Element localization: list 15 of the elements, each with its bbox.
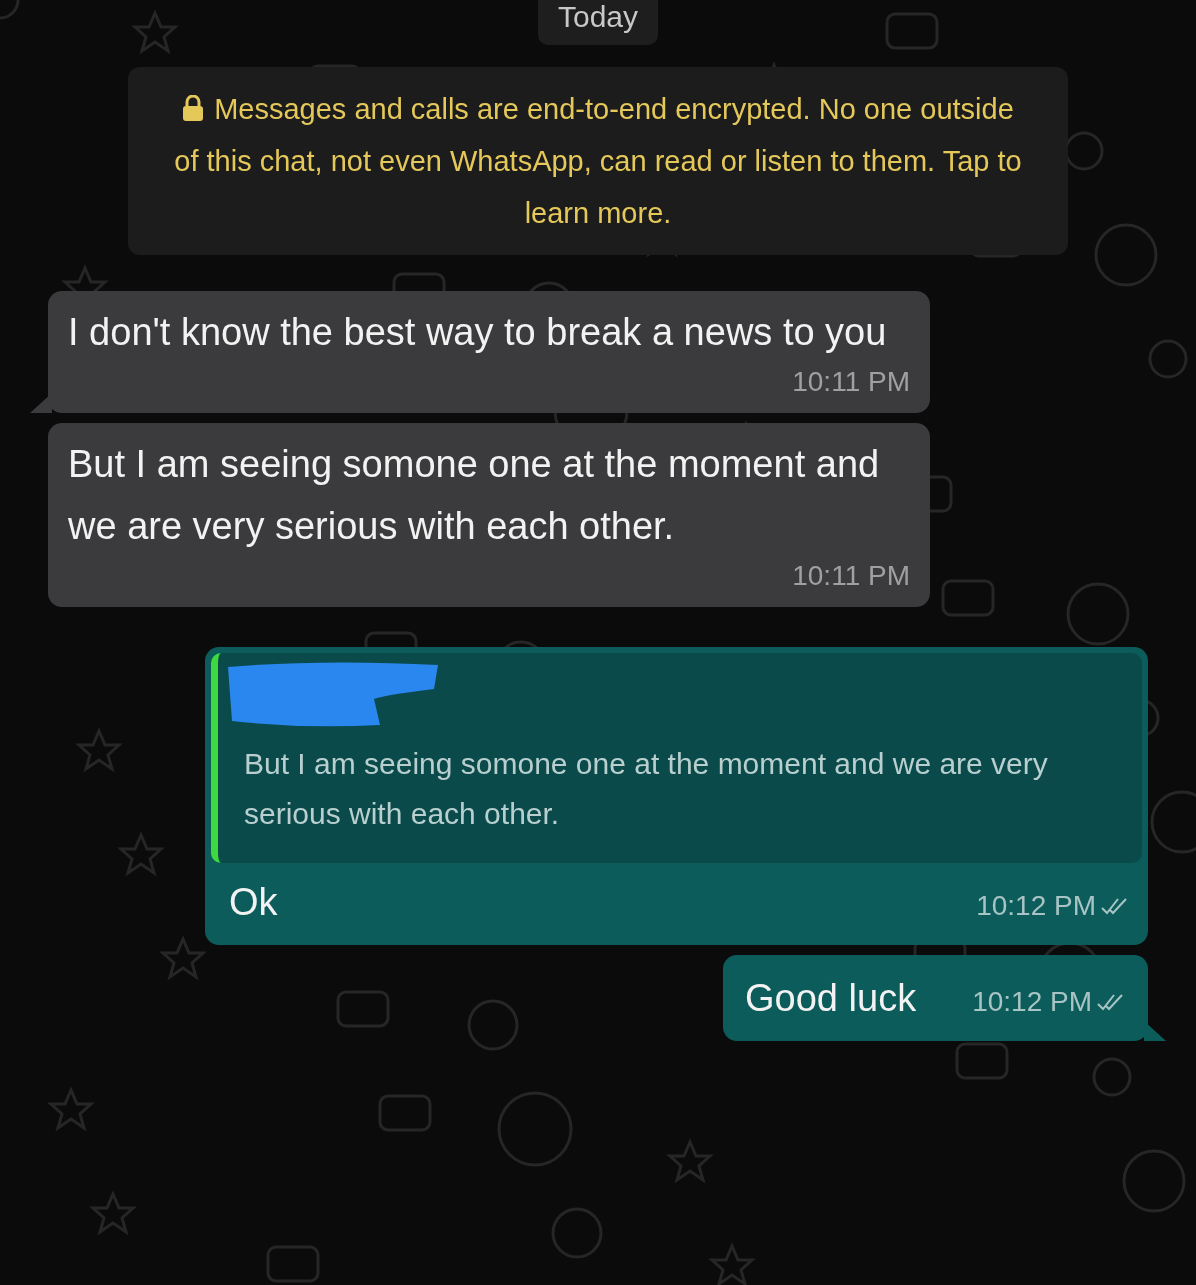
message-time: 10:12 PM bbox=[972, 985, 1092, 1019]
date-chip: Today bbox=[537, 0, 659, 45]
double-check-icon bbox=[1100, 896, 1130, 916]
double-check-icon bbox=[1096, 992, 1126, 1012]
message-text: I don't know the best way to break a news to you bbox=[68, 310, 888, 355]
quoted-text: But I am seeing somone one at the moment and we are very serious with each other. bbox=[244, 746, 1049, 832]
message-time: 10:11 PM bbox=[792, 365, 910, 399]
message-time: 10:11 PM bbox=[792, 559, 910, 593]
encryption-notice[interactable]: Messages and calls are end-to-end encrypted. No one outside of this chat, not even WhatsApp, can read or listen to them. Tap to learn more. bbox=[128, 67, 1068, 255]
message-text: Ok bbox=[229, 880, 278, 925]
lock-icon bbox=[182, 95, 205, 121]
message-text: Good luck bbox=[745, 976, 917, 1021]
message-text: But I am seeing somone one at the moment and we are very serious with each other. bbox=[68, 442, 881, 549]
message-time: 10:12 PM bbox=[976, 889, 1096, 923]
notice-text: Messages and calls are end-to-end encrypted. No one outside of this chat, not even WhatsApp, can read or listen to them. Tap to learn more. bbox=[173, 92, 1023, 231]
